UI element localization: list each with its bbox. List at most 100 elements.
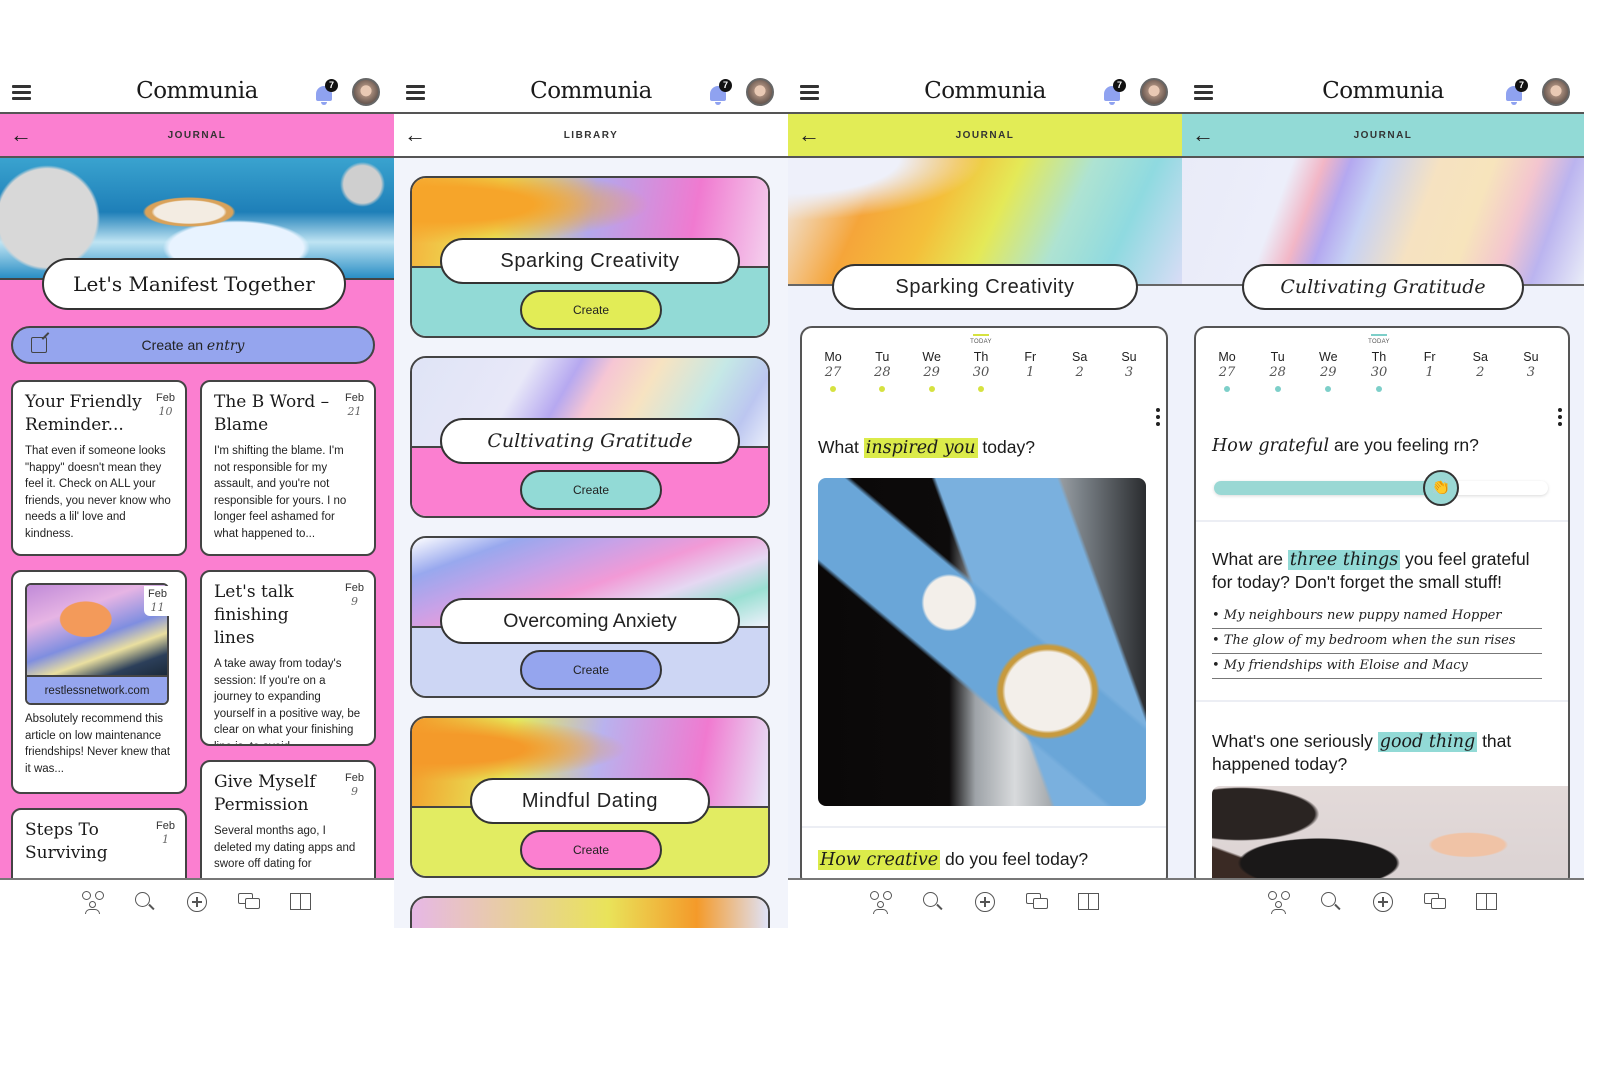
calendar-day[interactable]: Sa 2 <box>1463 342 1497 392</box>
create-button[interactable]: Create <box>520 470 662 510</box>
more-options-icon[interactable] <box>1558 408 1562 429</box>
notification-bell-icon[interactable]: 7 <box>1102 79 1126 106</box>
add-circle-icon[interactable] <box>1371 890 1395 914</box>
day-name: Fr <box>1423 350 1436 364</box>
community-icon[interactable] <box>869 890 893 914</box>
search-icon[interactable] <box>133 890 157 914</box>
highlight: inspired you <box>863 438 978 458</box>
day-number: 30 <box>972 365 990 380</box>
calendar-day[interactable]: Tu 28 <box>865 342 899 392</box>
prompt-content[interactable]: Sparking Creativity Mo 27 Tu 28 We 29 TODAY Th 3… <box>788 158 1182 878</box>
day-number: 29 <box>923 365 940 380</box>
prompt-question: What are three things you feel grateful … <box>1212 549 1530 592</box>
prompt-card-cultivating-gratitude[interactable]: Cultivating Gratitude Create <box>410 356 770 518</box>
avatar[interactable] <box>746 78 774 106</box>
prompt-card-overcoming-anxiety[interactable]: Overcoming Anxiety Create <box>410 536 770 698</box>
calendar-day[interactable]: Mo 27 <box>816 342 850 392</box>
chat-icon[interactable] <box>1025 890 1049 914</box>
journal-entry-card[interactable]: Feb 11 restlessnetwork.com Absolutely rec… <box>11 570 187 794</box>
journal-entry-card[interactable]: Feb 21 The B Word – Blame I'm shifting th… <box>200 380 376 556</box>
entry-date: Feb 9 <box>345 772 364 798</box>
calendar-day[interactable]: Sa 2 <box>1063 342 1097 392</box>
library-list[interactable]: Sparking Creativity Create Cultivating G… <box>394 158 788 928</box>
calendar-day[interactable]: We 29 <box>915 342 949 392</box>
top-app-bar: Communia 7 <box>0 72 394 114</box>
community-icon[interactable] <box>1267 890 1291 914</box>
avatar[interactable] <box>1542 78 1570 106</box>
slider-fill <box>1214 481 1442 495</box>
journal-book-icon[interactable] <box>289 890 313 914</box>
add-circle-icon[interactable] <box>973 890 997 914</box>
journal-screen: Communia 7 ← JOURNAL Let's Manifest Toge… <box>0 72 394 934</box>
section-title: JOURNAL <box>955 130 1015 141</box>
create-entry-button[interactable]: Create an entry <box>11 326 375 364</box>
gratitude-slider[interactable]: 👏 <box>1214 470 1548 506</box>
calendar-day[interactable]: Fr 1 <box>1413 342 1447 392</box>
calendar-day[interactable]: Fr 1 <box>1013 342 1047 392</box>
day-name: We <box>922 350 941 364</box>
prompt-content[interactable]: Cultivating Gratitude Mo 27 Tu 28 We 29 TODAY T… <box>1182 158 1584 878</box>
avatar[interactable] <box>352 78 380 106</box>
calendar-day[interactable]: TODAY Th 30 <box>1362 334 1396 392</box>
calendar-day[interactable]: Mo 27 <box>1210 342 1244 392</box>
calendar-day[interactable]: TODAY Th 30 <box>964 334 998 392</box>
entry-excerpt: Absolutely recommend this article on low… <box>25 713 171 775</box>
create-button[interactable]: Create <box>520 290 662 330</box>
sneakers-photo[interactable] <box>818 478 1146 806</box>
prompt-card-mindful-dating[interactable]: Mindful Dating Create <box>410 716 770 878</box>
completion-dot <box>830 386 836 392</box>
avatar[interactable] <box>1140 78 1168 106</box>
gratitude-list[interactable]: • My neighbours new puppy named Hopper •… <box>1212 604 1542 679</box>
calendar-day[interactable]: We 29 <box>1311 342 1345 392</box>
journal-book-icon[interactable] <box>1475 890 1499 914</box>
edit-icon <box>31 337 47 353</box>
day-name: Sa <box>1071 350 1088 364</box>
journal-title: Let's Manifest Together <box>42 258 346 310</box>
notification-badge: 7 <box>325 79 338 92</box>
search-icon[interactable] <box>921 890 945 914</box>
completion-dot <box>1274 386 1281 392</box>
notification-bell-icon[interactable]: 7 <box>314 79 338 106</box>
bottom-nav <box>788 878 1182 934</box>
entry-date: Feb 9 <box>345 582 364 608</box>
create-button[interactable]: Create <box>520 830 662 870</box>
community-icon[interactable] <box>81 890 105 914</box>
more-options-icon[interactable] <box>1156 408 1160 429</box>
create-button[interactable]: Create <box>520 650 662 690</box>
day-number: 28 <box>874 365 891 380</box>
journal-feed[interactable]: Let's Manifest Together Create an entry … <box>0 158 394 878</box>
day-number: 27 <box>824 365 842 380</box>
add-circle-icon[interactable] <box>185 890 209 914</box>
completion-dot <box>977 386 984 392</box>
calendar-day[interactable]: Su 3 <box>1112 342 1146 392</box>
gratitude-item[interactable]: • My friendships with Eloise and Macy <box>1212 654 1542 679</box>
emphasis: How grateful <box>1212 436 1330 456</box>
journal-book-icon[interactable] <box>1077 890 1101 914</box>
notification-bell-icon[interactable]: 7 <box>708 79 732 106</box>
prompt-card-partial[interactable] <box>410 896 770 928</box>
day-name: Th <box>973 350 989 364</box>
search-icon[interactable] <box>1319 890 1343 914</box>
dog-photo[interactable] <box>1212 786 1568 878</box>
clapping-hands-icon[interactable]: 👏 <box>1423 470 1460 506</box>
section-title: JOURNAL <box>167 130 227 141</box>
chat-icon[interactable] <box>1423 890 1447 914</box>
section-header: ← JOURNAL <box>788 114 1182 158</box>
journal-entry-card[interactable]: Feb 9 Give Myself Permission Several mont… <box>200 760 376 878</box>
gratitude-item[interactable]: • The glow of my bedroom when the sun ri… <box>1212 629 1542 654</box>
gratitude-item[interactable]: • My neighbours new puppy named Hopper <box>1212 604 1542 629</box>
entry-date: Feb 11 <box>144 586 171 616</box>
chat-icon[interactable] <box>237 890 261 914</box>
journal-entry-card[interactable]: Feb 10 Your Friendly Reminder... That eve… <box>11 380 187 556</box>
prompt-card-sparking-creativity[interactable]: Sparking Creativity Create <box>410 176 770 338</box>
day-number: 2 <box>1476 365 1485 380</box>
week-strip: Mo 27 Tu 28 We 29 TODAY Th 30 Fr 1 Sa 2 Su 3 <box>816 334 1146 392</box>
divider <box>1196 520 1568 522</box>
calendar-day[interactable]: Su 3 <box>1514 342 1548 392</box>
calendar-day[interactable]: Tu 28 <box>1261 342 1295 392</box>
section-title: JOURNAL <box>1353 130 1413 141</box>
prompt-card: Mo 27 Tu 28 We 29 TODAY Th 30 Fr 1 Sa 2 Su 3 How grate… <box>1194 326 1570 878</box>
journal-entry-card[interactable]: Feb 9 Let's talk finishing lines A take a… <box>200 570 376 746</box>
notification-bell-icon[interactable]: 7 <box>1504 79 1528 106</box>
journal-entry-card[interactable]: Feb 1 Steps To Surviving <box>11 808 187 878</box>
